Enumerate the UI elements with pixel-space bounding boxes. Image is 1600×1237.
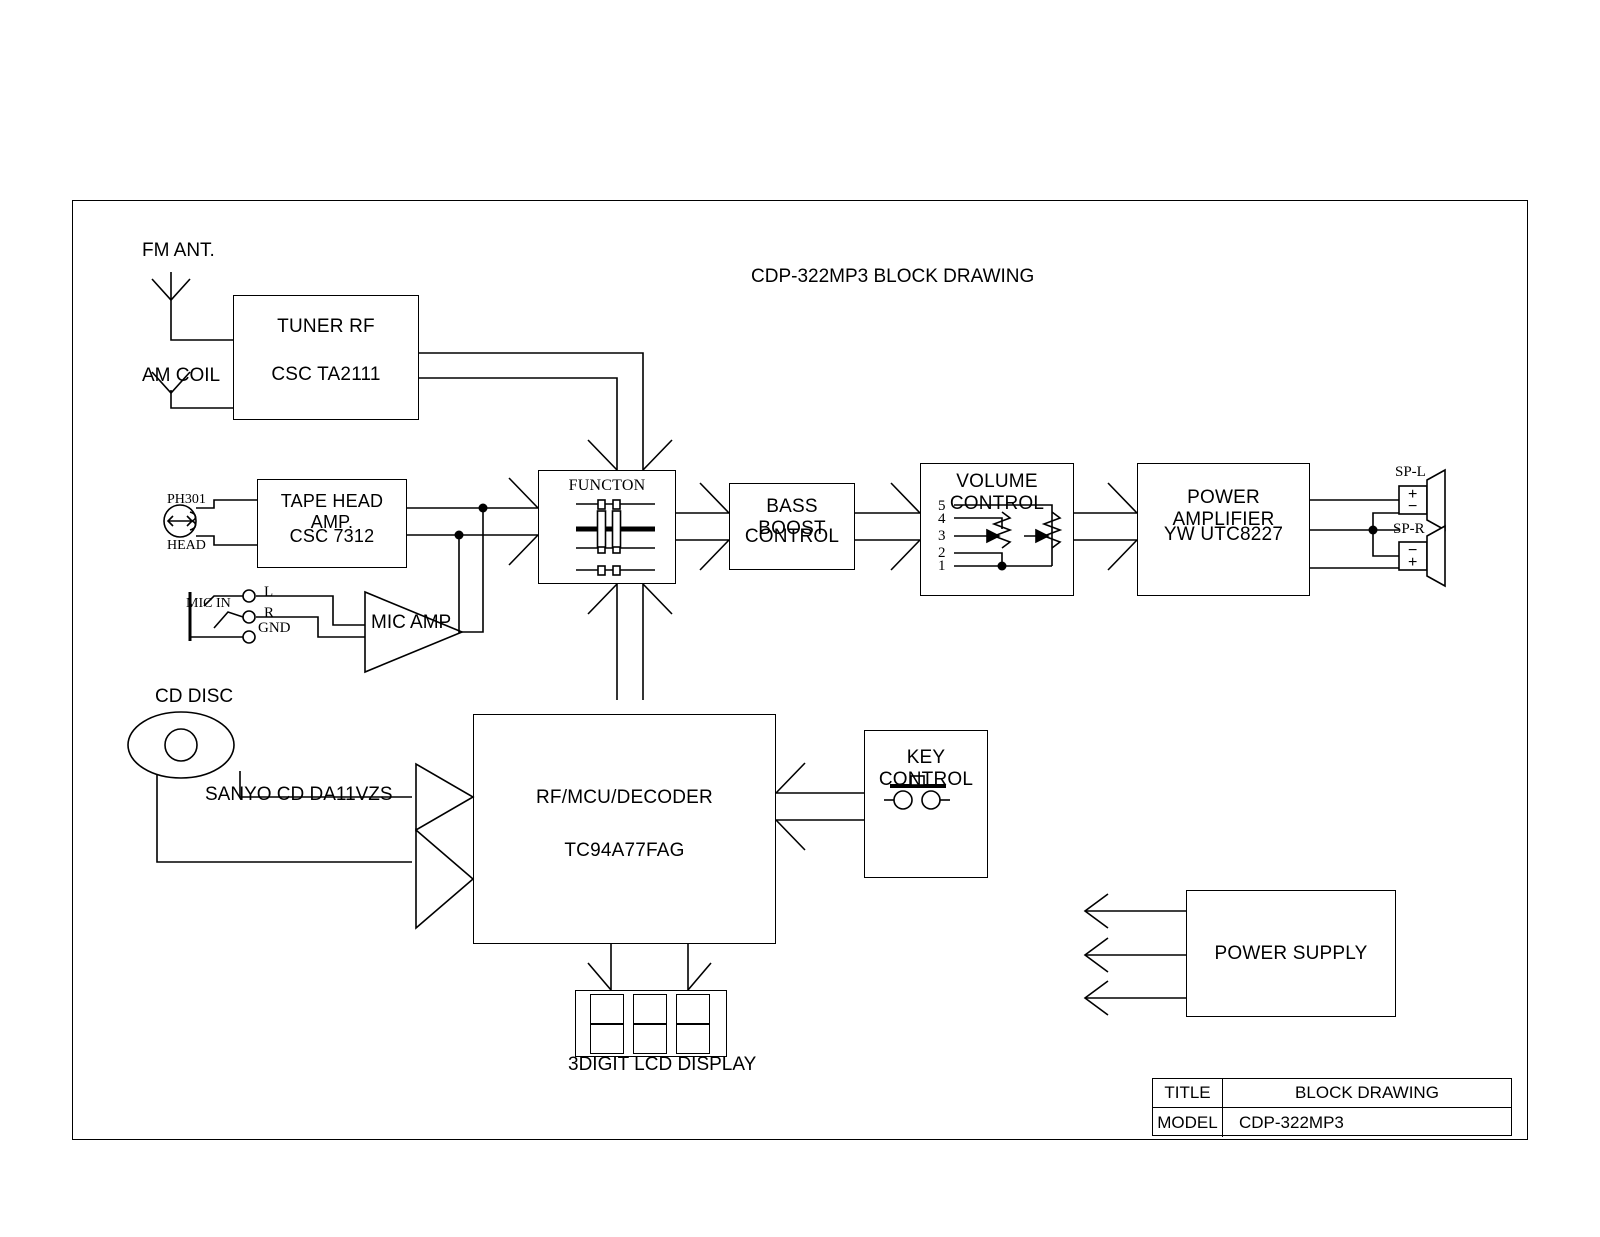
mic-gnd-label: GND (258, 620, 291, 636)
phono-ref-label: PH301 (167, 492, 206, 507)
speaker-left-label: SP-L (1395, 464, 1426, 480)
speaker-right-label: SP-R (1393, 521, 1425, 537)
spr-plus-terminal: + (1408, 554, 1418, 571)
block-bass-line2: CONTROL (744, 526, 840, 547)
mic-in-label: MIC IN (186, 596, 231, 611)
block-mic-amp-label: MIC AMP (371, 612, 452, 633)
block-function-label: FUNCTON (568, 477, 646, 494)
lcd-digit-2 (633, 994, 667, 1054)
block-key-control[interactable]: KEY CONTROL (864, 730, 988, 878)
volume-pin-1: 1 (938, 558, 946, 574)
volume-pin-3: 3 (938, 528, 946, 544)
title-block-model-value: CDP-322MP3 (1239, 1112, 1344, 1132)
title-block-row-model: MODEL CDP-322MP3 (1153, 1108, 1511, 1137)
block-decoder-line2: TC94A77FAG (564, 840, 685, 861)
block-tuner-rf[interactable]: TUNER RF CSC TA2111 (233, 295, 419, 420)
mic-left-label: L (264, 584, 274, 600)
block-decoder-line1: RF/MCU/DECODER (536, 787, 713, 808)
head-label: HEAD (167, 538, 206, 553)
block-bass-boost-control[interactable]: BASS BOOST CONTROL (729, 483, 855, 570)
lcd-digit-1 (590, 994, 624, 1054)
title-block: TITLE BLOCK DRAWING MODEL CDP-322MP3 (1152, 1078, 1512, 1137)
drawing-title: CDP-322MP3 BLOCK DRAWING (751, 266, 1035, 287)
block-tape-head-amp-line2: CSC 7312 (289, 526, 375, 546)
block-power-supply[interactable]: POWER SUPPLY (1186, 890, 1396, 1017)
block-rf-mcu-decoder[interactable]: RF/MCU/DECODER TC94A77FAG (473, 714, 776, 944)
block-psu-label: POWER SUPPLY (1214, 943, 1368, 964)
spl-minus-terminal: − (1408, 498, 1418, 515)
block-lcd-display[interactable] (575, 990, 727, 1057)
title-block-model-label: MODEL (1153, 1108, 1223, 1137)
block-diagram-canvas: CDP-322MP3 BLOCK DRAWING TUNER RF CSC TA… (0, 0, 1600, 1237)
title-block-row-title: TITLE BLOCK DRAWING (1153, 1079, 1511, 1108)
block-power-amplifier[interactable]: POWER AMPLIFIER YW UTC8227 (1137, 463, 1310, 596)
block-function-switch[interactable]: FUNCTON (538, 470, 676, 584)
block-tape-head-amp[interactable]: TAPE HEAD AMP. CSC 7312 (257, 479, 407, 568)
cd-mechanism-label: SANYO CD DA11VZS (205, 784, 393, 805)
title-block-title-label: TITLE (1153, 1079, 1223, 1107)
block-tuner-rf-line1: TUNER RF (277, 316, 375, 337)
cd-disc-label: CD DISC (155, 686, 234, 707)
am-coil-label: AM COIL (142, 365, 221, 386)
block-amp-line2: YW UTC8227 (1163, 524, 1284, 545)
volume-pin-4: 4 (938, 511, 946, 527)
block-tuner-rf-line2: CSC TA2111 (271, 364, 381, 385)
lcd-display-caption: 3DIGIT LCD DISPLAY (568, 1054, 757, 1075)
fm-antenna-label: FM ANT. (142, 240, 215, 261)
title-block-title-value: BLOCK DRAWING (1295, 1083, 1439, 1102)
lcd-digit-3 (676, 994, 710, 1054)
block-key-label: KEY CONTROL (878, 747, 974, 790)
